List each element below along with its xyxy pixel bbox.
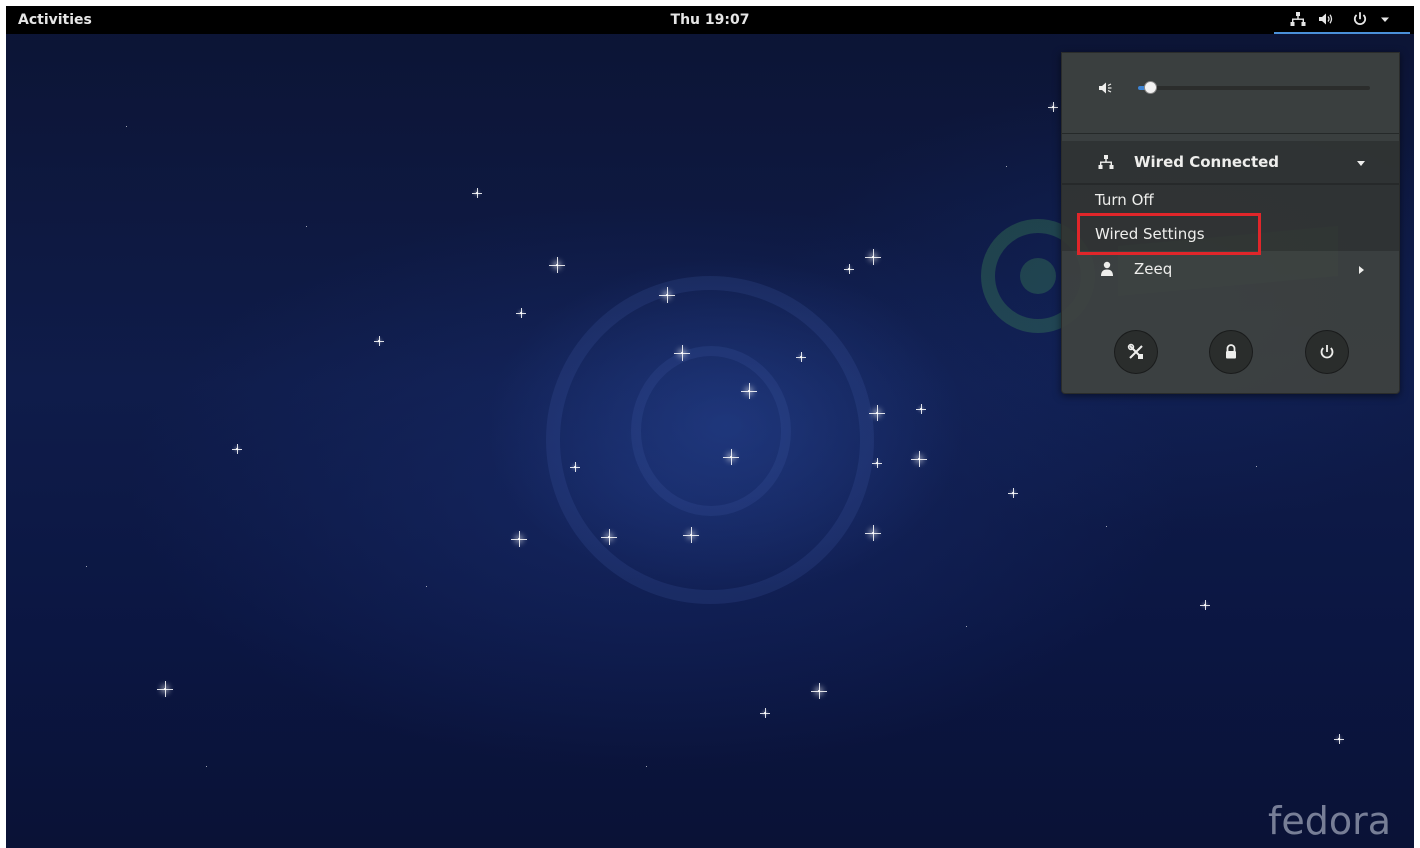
wallpaper-star (872, 458, 882, 468)
wallpaper-dust (966, 626, 967, 627)
volume-slider-handle[interactable] (1143, 81, 1157, 94)
wallpaper-star (601, 529, 617, 545)
wallpaper-star (1008, 488, 1018, 498)
user-icon (1101, 261, 1113, 276)
wallpaper-star (911, 451, 927, 467)
wallpaper-star (1048, 102, 1058, 112)
wallpaper-star (865, 525, 881, 541)
power-icon (1353, 12, 1367, 26)
wallpaper-dust (1106, 526, 1107, 527)
wallpaper-star (157, 681, 173, 697)
wallpaper-star (374, 336, 384, 346)
wallpaper-star (865, 249, 881, 265)
wired-settings-label: Wired Settings (1095, 225, 1205, 243)
power-off-icon (1320, 345, 1334, 359)
settings-button[interactable] (1114, 330, 1158, 374)
activities-button[interactable]: Activities (18, 6, 92, 34)
wallpaper-star (869, 405, 885, 421)
wallpaper-star (549, 257, 565, 273)
user-menu-item[interactable]: Zeeq (1062, 250, 1399, 290)
wallpaper-star (472, 188, 482, 198)
wallpaper-star (516, 308, 526, 318)
top-bar: Activities Thu 19:07 (6, 6, 1414, 34)
wallpaper-star (811, 683, 827, 699)
lock-icon (1226, 344, 1236, 359)
wallpaper-star (723, 449, 739, 465)
settings-icon (1127, 343, 1143, 359)
wired-connection-toggle[interactable]: Wired Connected (1062, 141, 1399, 185)
turn-off-item[interactable]: Turn Off (1062, 183, 1399, 217)
wallpaper-star (916, 404, 926, 414)
wallpaper-dust (126, 126, 127, 127)
speaker-volume-icon (1319, 13, 1333, 25)
wallpaper-dust (646, 766, 647, 767)
wallpaper-star (796, 352, 806, 362)
volume-slider[interactable] (1138, 81, 1370, 94)
system-menu: Wired Connected Turn Off Wired Settings … (1061, 52, 1400, 394)
wallpaper-star (1334, 734, 1344, 744)
chevron-down-icon (1357, 161, 1365, 166)
wallpaper-dust (206, 766, 207, 767)
wallpaper-star (570, 462, 580, 472)
wallpaper-dust (1256, 466, 1257, 467)
system-tray-button[interactable] (1274, 6, 1410, 34)
wired-connected-label: Wired Connected (1134, 153, 1280, 171)
chevron-right-icon (1359, 266, 1364, 274)
turn-off-label: Turn Off (1095, 191, 1154, 209)
user-name-label: Zeeq (1134, 260, 1173, 278)
desktop: fedora Activities Thu 19:07 Wired Connec… (6, 6, 1414, 848)
wallpaper-star (844, 264, 854, 274)
caret-down-icon (1381, 17, 1389, 22)
wired-settings-item[interactable]: Wired Settings (1062, 217, 1399, 251)
wallpaper-star (674, 345, 690, 361)
wallpaper-star (511, 531, 527, 547)
wallpaper-star (1200, 600, 1210, 610)
wallpaper-dust (306, 226, 307, 227)
wallpaper-star (232, 444, 242, 454)
network-wired-icon (1290, 12, 1306, 26)
wallpaper-dust (86, 566, 87, 567)
clock-button[interactable]: Thu 19:07 (671, 12, 750, 28)
wallpaper-star (741, 383, 757, 399)
wallpaper-star (659, 287, 675, 303)
fedora-logo: fedora (1268, 799, 1392, 843)
lock-button[interactable] (1209, 330, 1253, 374)
clock-container: Thu 19:07 (6, 6, 1414, 34)
wallpaper-star (683, 527, 699, 543)
speaker-muted-icon[interactable] (1098, 80, 1114, 96)
wallpaper-dust (1006, 166, 1007, 167)
wallpaper-star (760, 708, 770, 718)
wallpaper-dust (426, 586, 427, 587)
wallpaper-swirl-inner (631, 346, 791, 516)
menu-separator (1062, 133, 1399, 134)
network-wired-icon (1098, 155, 1114, 169)
power-off-button[interactable] (1305, 330, 1349, 374)
